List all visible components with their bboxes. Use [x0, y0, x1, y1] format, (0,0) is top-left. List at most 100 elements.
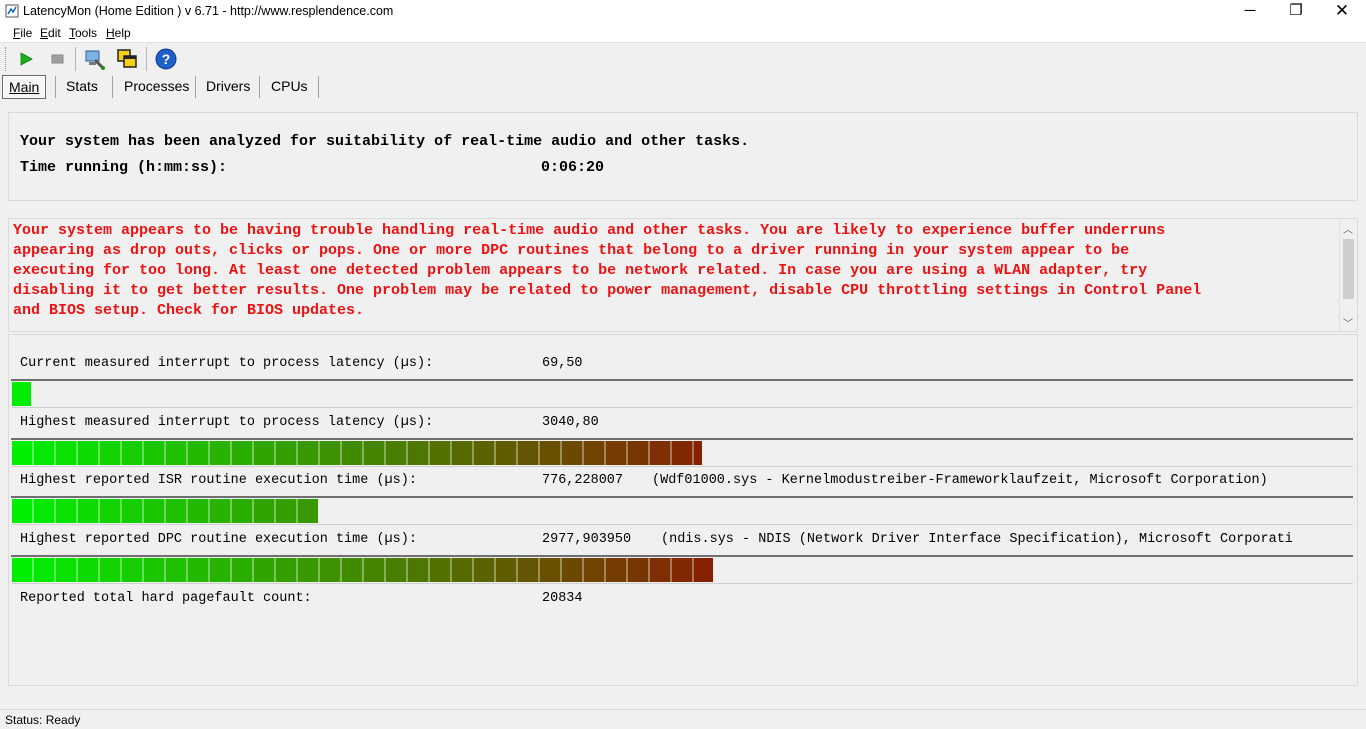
bar-segment — [166, 499, 188, 523]
bar-segment — [650, 441, 672, 465]
minimize-button[interactable]: ─ — [1227, 0, 1273, 24]
bar-segment — [386, 441, 408, 465]
menu-tools[interactable]: Tools — [69, 26, 97, 40]
highest-latency-bar — [11, 438, 1353, 467]
menu-bar: File Edit Tools Help — [0, 24, 1366, 43]
bar-segment — [100, 499, 122, 523]
bar-segment — [298, 499, 318, 523]
bar-segment — [122, 441, 144, 465]
bar-segment — [78, 499, 100, 523]
isr-time-value: 776,228007 — [542, 473, 624, 488]
status-text: Status: Ready — [5, 713, 81, 727]
toolbar: ? — [0, 43, 1366, 74]
bar-segment — [254, 558, 276, 582]
bar-segment — [100, 441, 122, 465]
bar-segment — [210, 499, 232, 523]
bar-segment — [276, 558, 298, 582]
bar-segment — [694, 441, 702, 465]
tab-drivers[interactable]: Drivers — [200, 74, 256, 98]
warning-scrollbar[interactable]: ︿ ﹀ — [1339, 219, 1357, 331]
toolbar-grip — [5, 47, 8, 71]
bar-segment — [188, 499, 210, 523]
bar-segment — [430, 441, 452, 465]
menu-help[interactable]: Help — [106, 26, 131, 40]
bar-segment — [12, 499, 34, 523]
bar-segment — [144, 499, 166, 523]
warning-message: Your system appears to be having trouble… — [13, 222, 1202, 319]
bar-segment — [122, 558, 144, 582]
bar-segment — [144, 558, 166, 582]
dpc-driver-detail: (ndis.sys - NDIS (Network Driver Interfa… — [661, 532, 1293, 547]
help-icon[interactable]: ? — [154, 47, 178, 71]
bar-segment — [496, 441, 518, 465]
current-latency-label: Current measured interrupt to process la… — [20, 356, 434, 371]
bar-segment — [78, 441, 100, 465]
maximize-button[interactable]: ❐ — [1273, 0, 1319, 24]
tab-stats[interactable]: Stats — [60, 74, 104, 98]
bar-segment — [56, 499, 78, 523]
dpc-time-bar — [11, 555, 1353, 584]
tab-separator — [55, 76, 56, 98]
bar-segment — [628, 441, 650, 465]
isr-time-bar — [11, 496, 1353, 525]
highest-latency-value: 3040,80 — [542, 415, 599, 430]
current-latency-bar — [11, 379, 1353, 408]
bar-segment — [320, 558, 342, 582]
bar-segment — [540, 558, 562, 582]
computer-wrench-icon[interactable] — [83, 47, 107, 71]
warning-panel: Your system appears to be having trouble… — [8, 218, 1358, 332]
pagefault-value: 20834 — [542, 591, 583, 606]
window-title: LatencyMon (Home Edition ) v 6.71 - http… — [23, 4, 394, 18]
bar-segment — [452, 441, 474, 465]
isr-time-label: Highest reported ISR routine execution t… — [20, 473, 417, 488]
dpc-time-bar-fill — [12, 558, 713, 582]
bar-segment — [12, 382, 31, 406]
bar-segment — [606, 558, 628, 582]
bar-segment — [78, 558, 100, 582]
isr-driver-detail: (Wdf01000.sys - Kernelmodustreiber-Frame… — [652, 473, 1268, 488]
bar-segment — [474, 441, 496, 465]
bar-segment — [34, 558, 56, 582]
bar-segment — [210, 441, 232, 465]
tab-cpus[interactable]: CPUs — [265, 74, 314, 98]
scroll-down-icon[interactable]: ﹀ — [1343, 315, 1353, 330]
windows-icon[interactable] — [115, 47, 139, 71]
tab-processes[interactable]: Processes — [118, 74, 195, 98]
bar-segment — [166, 441, 188, 465]
bar-segment — [320, 441, 342, 465]
bar-segment — [188, 441, 210, 465]
bar-segment — [650, 558, 672, 582]
dpc-time-label: Highest reported DPC routine execution t… — [20, 532, 417, 547]
close-button[interactable]: ✕ — [1319, 0, 1365, 24]
pagefault-label: Reported total hard pagefault count: — [20, 591, 312, 606]
dpc-time-value: 2977,903950 — [542, 532, 632, 547]
scroll-up-icon[interactable]: ︿ — [1343, 221, 1353, 236]
tab-separator — [259, 76, 260, 98]
bar-segment — [34, 441, 56, 465]
menu-file[interactable]: File — [13, 26, 32, 40]
bar-segment — [430, 558, 452, 582]
bar-segment — [694, 558, 713, 582]
bar-segment — [254, 499, 276, 523]
summary-headline: Your system has been analyzed for suitab… — [20, 133, 750, 150]
stop-icon[interactable] — [45, 47, 69, 71]
tab-main[interactable]: Main — [2, 75, 47, 99]
bar-segment — [276, 499, 298, 523]
bar-segment — [298, 558, 320, 582]
bar-segment — [540, 441, 562, 465]
bar-segment — [496, 558, 518, 582]
scroll-thumb[interactable] — [1343, 239, 1354, 299]
toolbar-separator — [146, 47, 147, 71]
bar-segment — [100, 558, 122, 582]
menu-edit[interactable]: Edit — [40, 26, 61, 40]
play-icon[interactable] — [14, 47, 38, 71]
highest-latency-bar-fill — [12, 441, 702, 465]
bar-segment — [232, 499, 254, 523]
bar-segment — [298, 441, 320, 465]
bar-segment — [672, 441, 694, 465]
current-latency-value: 69,50 — [542, 356, 583, 371]
tab-separator — [318, 76, 319, 98]
summary-panel: Your system has been analyzed for suitab… — [8, 112, 1358, 201]
bar-segment — [166, 558, 188, 582]
toolbar-separator — [75, 47, 76, 71]
